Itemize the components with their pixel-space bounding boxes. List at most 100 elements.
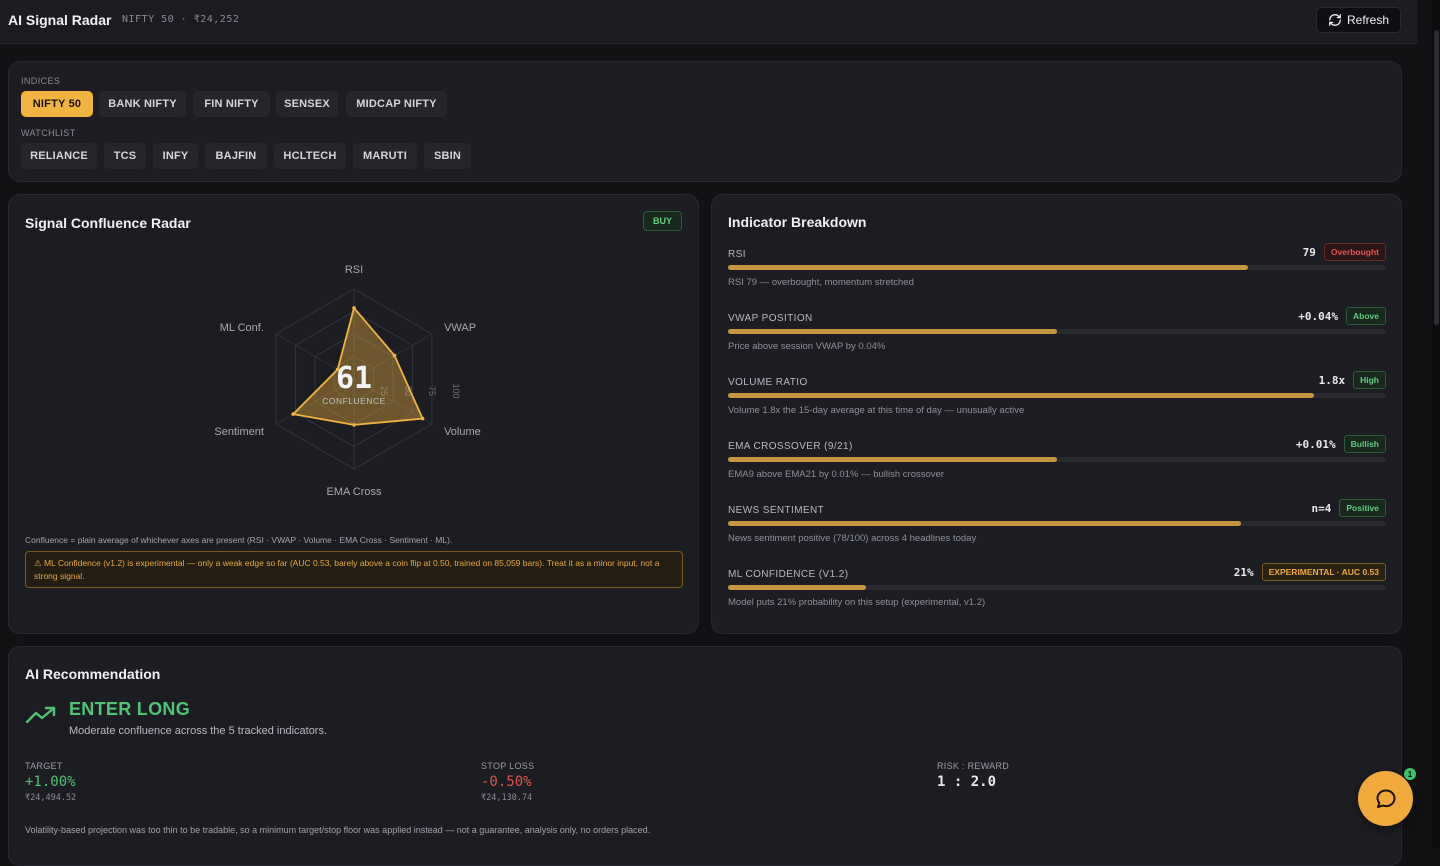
target-value: +1.00%	[25, 774, 76, 790]
indicator-readout: 79 Overbought	[1303, 243, 1386, 261]
radar-ring-label: 75	[427, 386, 437, 396]
app-title: AI Signal Radar	[8, 12, 112, 28]
radar-axis-label: Sentiment	[214, 426, 264, 438]
confluence-footnote: Confluence = plain average of whichever …	[25, 535, 453, 545]
indicator-description: Price above session VWAP by 0.04%	[728, 341, 886, 352]
watchlist-label: WATCHLIST	[21, 128, 76, 138]
index-price-readout: NIFTY 50 · ₹24,252	[122, 14, 240, 25]
stop-loss-value: -0.50%	[481, 774, 532, 790]
indicator-label: EMA CROSSOVER (9/21)	[728, 441, 853, 452]
watchlist-chip-tcs[interactable]: TCS	[104, 143, 146, 169]
breakdown-title: Indicator Breakdown	[728, 214, 867, 230]
indicator-row: NEWS SENTIMENT n=4 Positive News sentiment …	[728, 499, 1386, 565]
indicator-value: +0.04%	[1298, 309, 1339, 323]
indicator-label: VWAP POSITION	[728, 313, 813, 324]
indicator-bar-fill	[728, 265, 1248, 270]
radar-axis-label: RSI	[345, 265, 363, 276]
indicator-bar	[728, 457, 1386, 462]
signal-badge: BUY	[643, 211, 682, 231]
radar-data-point	[420, 416, 425, 421]
recommendation-action: ENTER LONG	[69, 699, 191, 719]
radar-data-point	[352, 306, 356, 310]
indicator-description: Volume 1.8x the 15-day average at this t…	[728, 405, 1025, 416]
chat-button[interactable]	[1358, 771, 1413, 826]
indicator-readout: n=4 Positive	[1312, 499, 1386, 517]
indicator-row: EMA CROSSOVER (9/21) +0.01% Bullish EMA9 ab…	[728, 435, 1386, 501]
radar-axis-label: VWAP	[444, 322, 476, 334]
index-chip-midcap-nifty[interactable]: MIDCAP NIFTY	[346, 91, 447, 117]
indicator-bar	[728, 585, 1386, 590]
watchlist-chip-bajfin[interactable]: BAJFIN	[205, 143, 267, 169]
indicator-bar-fill	[728, 585, 867, 590]
index-chip-sensex[interactable]: SENSEX	[276, 91, 338, 117]
indicator-bar	[728, 521, 1386, 526]
indicator-breakdown-card: Indicator Breakdown RSI 79 Overbought RSI 7…	[711, 194, 1402, 634]
indicator-row: RSI 79 Overbought RSI 79 — overbought, mome…	[728, 243, 1386, 309]
risk-reward-value: 1 : 2.0	[937, 774, 997, 790]
chat-bubble-icon	[1376, 789, 1395, 808]
recommendation-title: AI Recommendation	[25, 666, 161, 682]
indicator-row: VWAP POSITION +0.04% Above Price above sess…	[728, 307, 1386, 373]
watchlist-chip-infy[interactable]: INFY	[153, 143, 198, 169]
indicator-value: 1.8x	[1318, 373, 1346, 387]
radar-axis-label: ML Conf.	[220, 322, 264, 334]
radar-chart: 255075100RSIVWAPVolumeEMA CrossSentiment…	[214, 265, 481, 495]
target-price: ₹24,494.52	[25, 793, 77, 803]
indicator-status-badge: EXPERIMENTAL · AUC 0.53	[1261, 563, 1386, 581]
recommendation-disclaimer: Volatility-based projection was too thin…	[25, 825, 651, 835]
indicator-readout: +0.01% Bullish	[1296, 435, 1386, 453]
watchlist-chip-hcltech[interactable]: HCLTECH	[274, 143, 346, 169]
index-chip-fin-nifty[interactable]: FIN NIFTY	[193, 91, 270, 117]
indicator-status-badge: High	[1353, 371, 1386, 389]
watchlist-chip-reliance[interactable]: RELIANCE	[21, 143, 97, 169]
indicator-description: EMA9 above EMA21 by 0.01% — bullish cros…	[728, 469, 944, 480]
chat-notification-badge: 1	[1404, 768, 1416, 780]
risk-reward-stat: RISK : REWARD 1 : 2.0	[937, 761, 1009, 790]
indicator-bar-fill	[728, 521, 1242, 526]
indicator-row: VOLUME RATIO 1.8x High Volume 1.8x the 15-d…	[728, 371, 1386, 437]
scrollbar-thumb[interactable]	[1434, 30, 1439, 325]
radar-data-point	[291, 412, 296, 416]
indicator-status-badge: Bullish	[1343, 435, 1386, 453]
radar-title: Signal Confluence Radar	[25, 215, 191, 231]
radar-data-point	[392, 353, 397, 358]
refresh-label: Refresh	[1346, 13, 1390, 27]
radar-ring-label: 100	[451, 383, 461, 398]
indicator-bar	[728, 265, 1386, 270]
indicator-bar-fill	[728, 329, 1057, 334]
radar-data-point	[352, 423, 356, 427]
index-chip-nifty-50[interactable]: NIFTY 50	[21, 91, 93, 117]
watchlist-chip-sbin[interactable]: SBIN	[424, 143, 471, 169]
stop-loss-label: STOP LOSS	[481, 761, 535, 771]
indicator-description: RSI 79 — overbought, momentum stretched	[728, 277, 914, 288]
indicator-readout: +0.04% Above	[1298, 307, 1386, 325]
indicator-description: Model puts 21% probability on this setup…	[728, 597, 986, 608]
indicator-row: ML CONFIDENCE (V1.2) 21% EXPERIMENTAL · AU…	[728, 563, 1386, 629]
stop-loss-price: ₹24,130.74	[481, 793, 533, 803]
indicator-bar	[728, 329, 1386, 334]
indicator-value: 79	[1302, 245, 1316, 259]
risk-reward-label: RISK : REWARD	[937, 761, 1010, 771]
watchlist-chip-maruti[interactable]: MARUTI	[353, 143, 417, 169]
indicator-description: News sentiment positive (78/100) across …	[728, 533, 977, 544]
refresh-icon	[1329, 14, 1341, 26]
indicator-label: NEWS SENTIMENT	[728, 505, 825, 516]
indices-label: INDICES	[21, 76, 61, 86]
indicator-value: 21%	[1233, 565, 1254, 579]
target-label: TARGET	[25, 761, 63, 771]
radar-card: Signal Confluence Radar BUY 255075100RSI…	[8, 194, 699, 634]
indicator-status-badge: Positive	[1339, 499, 1386, 517]
indicator-readout: 21% EXPERIMENTAL · AUC 0.53	[1234, 563, 1386, 581]
confluence-score: 61	[336, 361, 372, 396]
indicator-value: +0.01%	[1295, 437, 1336, 451]
radar-axis-label: EMA Cross	[326, 486, 382, 495]
index-chip-bank-nifty[interactable]: BANK NIFTY	[99, 91, 186, 117]
refresh-button[interactable]: Refresh	[1316, 7, 1401, 33]
indicator-label: VOLUME RATIO	[728, 377, 808, 388]
ml-warning-box: ⚠ ML Confidence (v1.2) is experimental —…	[25, 551, 683, 588]
trending-up-icon	[25, 706, 56, 724]
recommendation-summary: Moderate confluence across the 5 tracked…	[69, 725, 328, 737]
target-stat: TARGET +1.00% ₹24,494.52	[25, 761, 76, 803]
radar-axis-label: Volume	[444, 426, 481, 438]
recommendation-card: AI Recommendation ENTER LONG Moderate co…	[8, 646, 1402, 866]
